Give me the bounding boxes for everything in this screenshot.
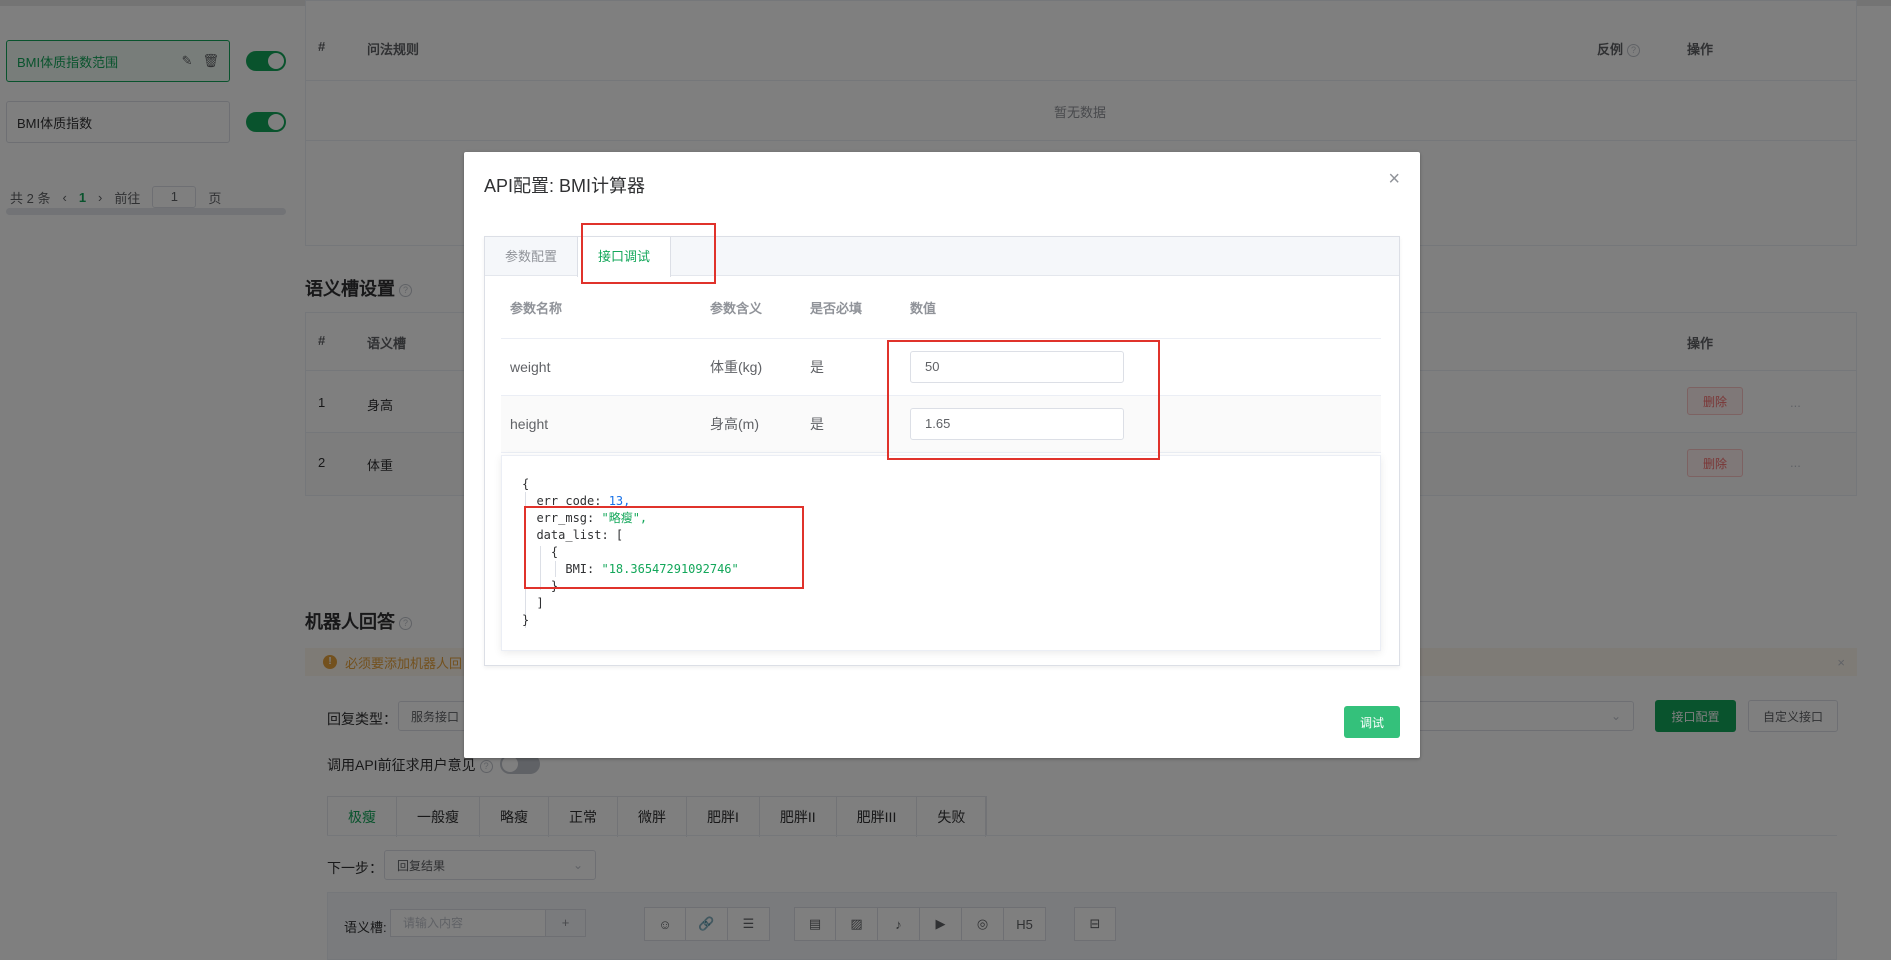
debug-button[interactable]: 调试	[1344, 706, 1400, 738]
dialog-title: API配置: BMI计算器	[484, 176, 646, 196]
json-response: { err_code: 13, err_msg: "略瘦", data_list…	[522, 477, 739, 627]
height-value-input[interactable]: 1.65	[910, 408, 1124, 440]
param-name: weight	[510, 359, 551, 375]
close-icon[interactable]: ×	[1388, 168, 1400, 191]
col-value: 数值	[910, 301, 937, 316]
col-required: 是否必填	[810, 301, 863, 316]
param-required: 是	[810, 416, 824, 432]
col-param-meaning: 参数含义	[710, 301, 763, 316]
tab-param-config[interactable]: 参数配置	[485, 237, 577, 276]
api-config-dialog: API配置: BMI计算器 × 参数配置 接口调试 参数名称 参数含义 是否必填…	[464, 152, 1420, 758]
table-row: height 身高(m) 是 1.65	[501, 396, 1381, 453]
param-name: height	[510, 416, 549, 432]
debug-result: { err_code: 13, err_msg: "略瘦", data_list…	[501, 455, 1381, 651]
tab-api-debug[interactable]: 接口调试	[577, 237, 672, 277]
table-row: weight 体重(kg) 是 50	[501, 339, 1381, 396]
param-table: 参数名称 参数含义 是否必填 数值 weight 体重(kg) 是 50 hei…	[501, 277, 1381, 453]
param-table-header: 参数名称 参数含义 是否必填 数值	[501, 277, 1381, 339]
weight-value-input[interactable]: 50	[910, 351, 1124, 383]
dialog-tabs: 参数配置 接口调试 参数名称 参数含义 是否必填 数值 weight 体重(kg…	[484, 236, 1400, 666]
param-meaning: 体重(kg)	[710, 359, 763, 375]
param-meaning: 身高(m)	[710, 416, 759, 432]
param-required: 是	[810, 359, 824, 375]
col-param-name: 参数名称	[510, 301, 563, 316]
dialog-tab-bar: 参数配置 接口调试	[485, 237, 1399, 277]
